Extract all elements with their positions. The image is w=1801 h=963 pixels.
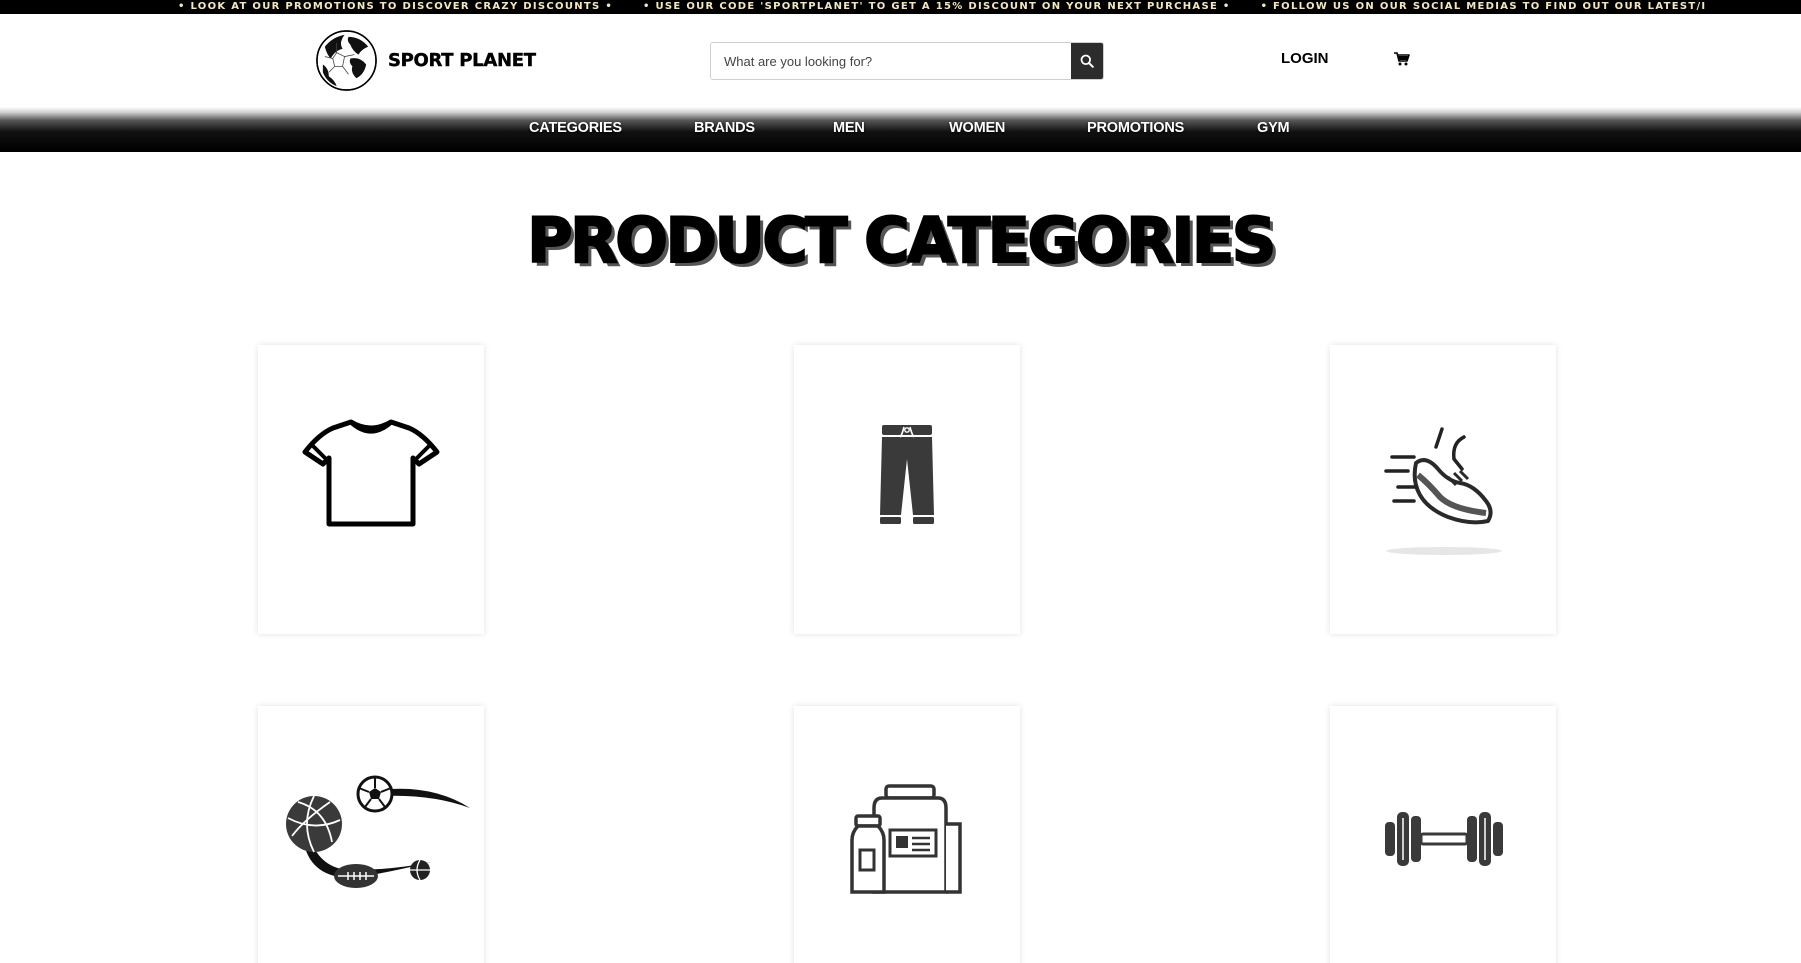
- search-input[interactable]: [711, 43, 1071, 79]
- main-nav: CATEGORIES BRANDS MEN WOMEN PROMOTIONS G…: [0, 107, 1801, 152]
- ticker-message: • USE OUR CODE 'SPORTPLANET' TO GET A 15…: [643, 1, 1231, 12]
- category-card-shoes[interactable]: [1330, 345, 1556, 634]
- category-card-gym[interactable]: [1330, 706, 1556, 963]
- running-shoe-icon: [1384, 427, 1502, 555]
- ticker-message: • LOOK AT OUR PROMOTIONS TO DISCOVER CRA…: [178, 1, 614, 12]
- pants-icon: [880, 425, 934, 524]
- balls-icon: [286, 775, 470, 888]
- supplements-icon: [850, 784, 962, 894]
- nav-item-men[interactable]: MEN: [833, 120, 865, 136]
- search-icon: [1080, 54, 1094, 68]
- site-header: SPORT PLANET LOGIN: [0, 14, 1801, 107]
- brand-logo[interactable]: SPORT PLANET: [315, 29, 536, 92]
- brand-name: SPORT PLANET: [388, 50, 536, 71]
- nav-item-brands[interactable]: BRANDS: [694, 120, 755, 136]
- category-card-tshirts[interactable]: [258, 345, 484, 634]
- promo-ticker: • LOOK AT OUR PROMOTIONS TO DISCOVER CRA…: [0, 0, 1801, 14]
- dumbbell-icon: [1385, 812, 1503, 866]
- cart-icon[interactable]: [1393, 51, 1411, 67]
- ticker-message: • FOLLOW US ON OUR SOCIAL MEDIAS TO FIND…: [1260, 1, 1707, 12]
- category-card-balls[interactable]: [258, 706, 484, 963]
- login-link[interactable]: LOGIN: [1281, 50, 1329, 67]
- search-button[interactable]: [1071, 43, 1103, 79]
- nav-item-promotions[interactable]: PROMOTIONS: [1087, 120, 1184, 136]
- nav-item-categories[interactable]: CATEGORIES: [529, 120, 622, 136]
- search-bar: [710, 42, 1104, 80]
- globe-soccer-ball-icon: [316, 30, 377, 91]
- t-shirt-icon: [302, 419, 440, 527]
- nav-item-women[interactable]: WOMEN: [949, 120, 1005, 136]
- category-card-supplements[interactable]: [794, 706, 1020, 963]
- category-card-pants[interactable]: [794, 345, 1020, 634]
- nav-item-gym[interactable]: GYM: [1257, 120, 1290, 136]
- page-title: PRODUCT CATEGORIES: [526, 204, 1277, 277]
